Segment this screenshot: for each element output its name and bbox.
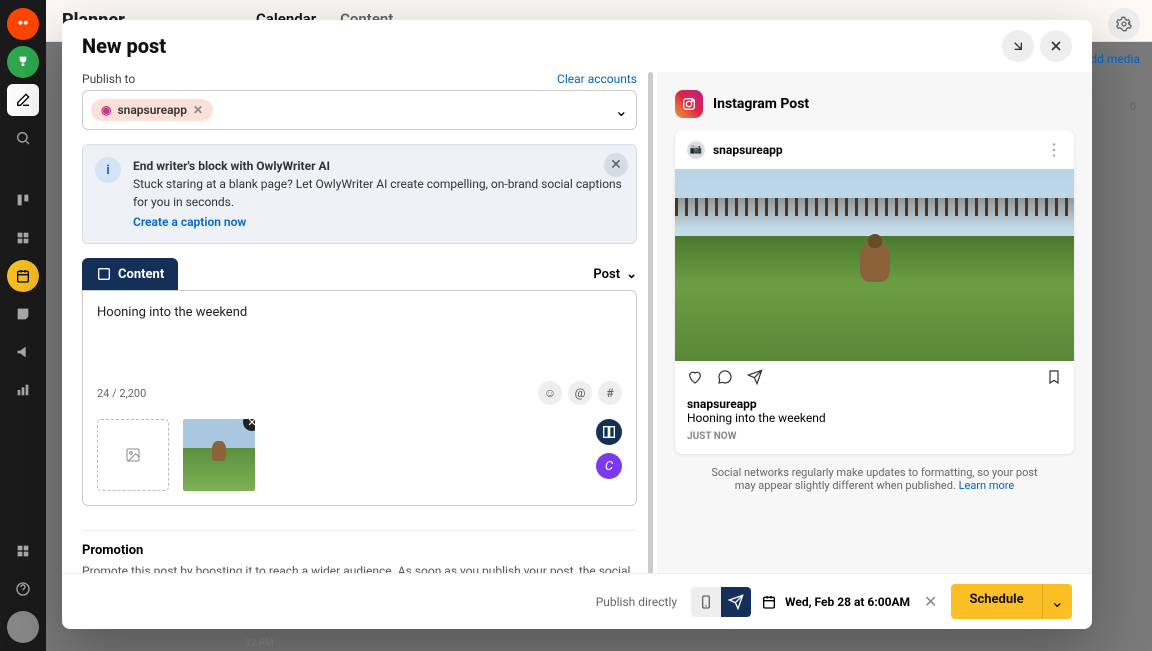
settings-button[interactable] xyxy=(1108,8,1140,40)
schedule-dropdown[interactable]: ⌄ xyxy=(1042,584,1072,619)
account-chip: ◉ snapsureapp ✕ xyxy=(91,99,213,121)
logo-icon[interactable] xyxy=(7,8,39,40)
emoji-button[interactable]: ☺ xyxy=(538,381,562,405)
modal-footer: Publish directly Wed, Feb 28 at 6:00AM ✕… xyxy=(62,573,1092,629)
publish-mode-toggle xyxy=(691,587,751,617)
instagram-icon: ◉ xyxy=(101,103,111,117)
instagram-badge-icon xyxy=(675,90,703,118)
like-icon[interactable] xyxy=(687,369,703,389)
streams-icon[interactable] xyxy=(7,184,39,216)
promotion-heading: Promotion xyxy=(82,543,637,558)
left-sidebar xyxy=(0,0,46,651)
minimize-button[interactable] xyxy=(1002,30,1034,62)
help-icon[interactable] xyxy=(7,573,39,605)
promotion-section: Promotion Promote this post by boosting … xyxy=(82,530,637,573)
preview-column: Instagram Post 📷 snapsureapp ⋮ xyxy=(657,72,1092,573)
inbox-icon[interactable] xyxy=(7,298,39,330)
direct-mode-button[interactable] xyxy=(721,587,751,617)
count-display: 0 xyxy=(1130,100,1136,113)
calendar-time: 12 PM xyxy=(245,638,274,649)
planner-icon[interactable] xyxy=(7,260,39,292)
clear-accounts-link[interactable]: Clear accounts xyxy=(557,72,637,86)
info-icon: i xyxy=(95,157,121,183)
preview-image xyxy=(675,169,1074,361)
close-button[interactable] xyxy=(1040,30,1072,62)
schedule-date-picker[interactable]: Wed, Feb 28 at 6:00AM xyxy=(761,594,910,610)
ai-banner-body: Stuck staring at a blank page? Let OwlyW… xyxy=(133,177,622,209)
preview-avatar: 📷 xyxy=(687,141,705,159)
preview-caption-text: Hooning into the weekend xyxy=(687,411,826,425)
ai-banner-cta[interactable]: Create a caption now xyxy=(133,213,246,231)
share-icon[interactable] xyxy=(747,369,763,389)
composer-box: Hooning into the weekend 24 / 2,200 ☺ @ … xyxy=(82,290,637,506)
remove-media-icon[interactable]: ✕ xyxy=(243,419,255,431)
preview-caption-user: snapsureapp xyxy=(687,397,1062,411)
media-thumbnail[interactable]: ✕ xyxy=(183,419,255,491)
instagram-preview-card: 📷 snapsureapp ⋮ snapsureapp Hooning int xyxy=(675,130,1074,454)
analytics-icon[interactable] xyxy=(7,374,39,406)
preview-username-top: snapsureapp xyxy=(713,143,783,157)
remove-account-icon[interactable]: ✕ xyxy=(193,103,203,117)
search-icon[interactable] xyxy=(7,122,39,154)
ai-writer-banner: i End writer's block with OwlyWriter AI … xyxy=(82,144,637,244)
comment-icon[interactable] xyxy=(717,369,733,389)
modal-title: New post xyxy=(82,34,996,58)
char-count: 24 / 2,200 xyxy=(97,387,146,400)
mention-button[interactable]: @ xyxy=(568,381,592,405)
chevron-down-icon[interactable]: ⌄ xyxy=(615,101,628,120)
user-avatar[interactable] xyxy=(7,611,39,643)
grid-icon[interactable] xyxy=(7,535,39,567)
trophy-icon[interactable] xyxy=(7,46,39,78)
learn-more-link[interactable]: Learn more xyxy=(959,479,1015,492)
apps-icon[interactable] xyxy=(7,222,39,254)
composer-textarea[interactable]: Hooning into the weekend xyxy=(97,305,622,375)
preview-timestamp: JUST NOW xyxy=(687,431,1062,442)
account-name: snapsureapp xyxy=(117,103,187,117)
canva-button[interactable]: C xyxy=(596,453,622,479)
preview-more-icon[interactable]: ⋮ xyxy=(1046,140,1062,159)
compose-icon[interactable] xyxy=(7,84,39,116)
publish-to-label: Publish to xyxy=(82,72,135,86)
media-library-button[interactable] xyxy=(596,419,622,445)
ai-banner-title: End writer's block with OwlyWriter AI xyxy=(133,157,624,175)
add-media-tile[interactable] xyxy=(97,419,169,491)
new-post-modal: New post Publish to Clear accounts ◉ sna… xyxy=(62,20,1092,629)
content-tab[interactable]: Content xyxy=(82,258,178,290)
publish-directly-label: Publish directly xyxy=(596,595,677,609)
promotion-body: Promote this post by boosting it to reac… xyxy=(82,562,637,573)
scrollbar-thumb[interactable] xyxy=(648,72,653,573)
clear-schedule-icon[interactable]: ✕ xyxy=(920,588,941,615)
composer-column: Publish to Clear accounts ◉ snapsureapp … xyxy=(62,72,657,573)
hashtag-button[interactable]: # xyxy=(598,381,622,405)
preview-disclaimer: Social networks regularly make updates t… xyxy=(675,454,1074,504)
schedule-button[interactable]: Schedule xyxy=(951,584,1041,619)
ai-banner-close[interactable]: ✕ xyxy=(604,153,628,177)
account-selector[interactable]: ◉ snapsureapp ✕ ⌄ xyxy=(82,90,637,130)
modal-header: New post xyxy=(62,20,1092,72)
preview-title: Instagram Post xyxy=(713,96,809,112)
ads-icon[interactable] xyxy=(7,336,39,368)
bookmark-icon[interactable] xyxy=(1046,369,1062,389)
mobile-mode-button[interactable] xyxy=(691,587,721,617)
post-type-dropdown[interactable]: Post ⌄ xyxy=(593,267,637,282)
chevron-down-icon: ⌄ xyxy=(626,267,637,282)
